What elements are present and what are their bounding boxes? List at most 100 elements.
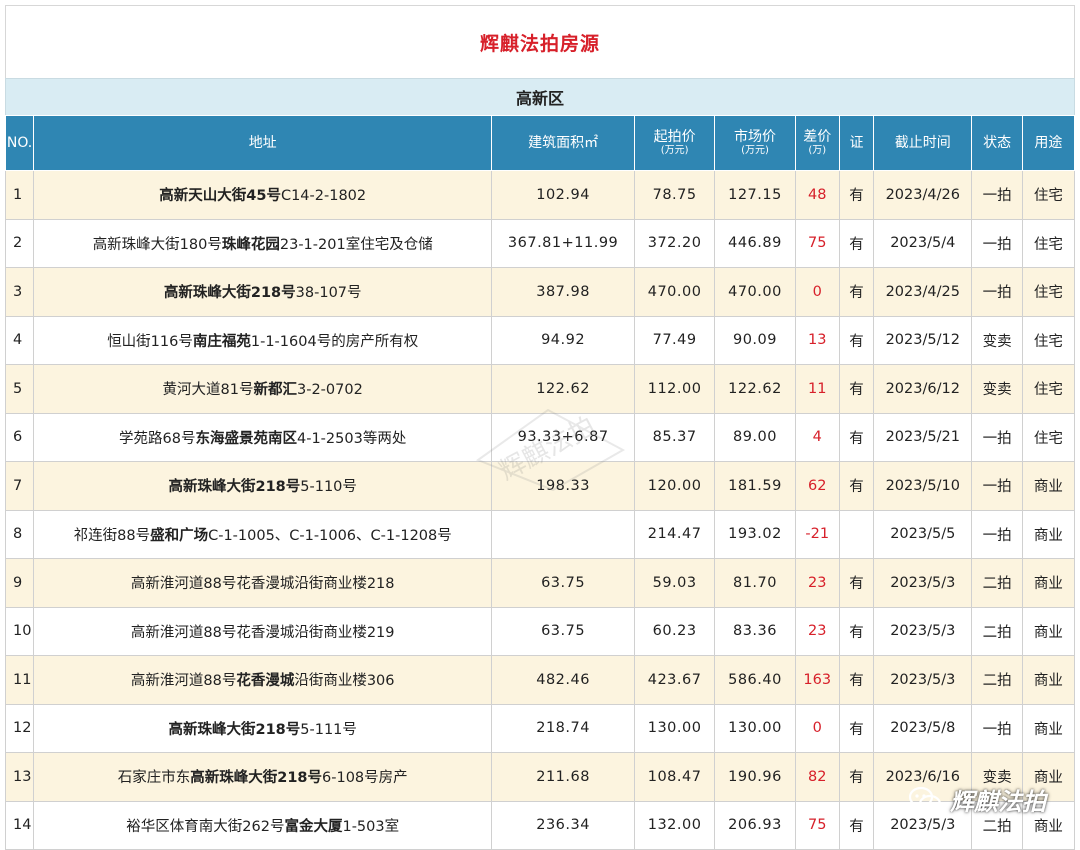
cell-deadline: 2023/5/3 — [873, 606, 973, 656]
cell-address: 高新珠峰大街218号5-110号 — [33, 461, 493, 511]
cell-diff: 82 — [794, 752, 840, 802]
address-segment: 高新珠峰大街218号 — [168, 479, 301, 496]
brand-logo-text: 辉麒法拍 — [950, 788, 1046, 816]
cell-no: 11 — [4, 655, 35, 705]
address-segment: 恒山街116号 — [107, 333, 193, 350]
cell-diff: 75 — [794, 218, 840, 268]
address-segment: 高新淮河道88号 — [130, 673, 237, 690]
address-segment: 6-108号房产 — [322, 770, 408, 787]
cell-diff: 75 — [794, 800, 840, 850]
address-segment: 新都汇 — [253, 382, 298, 399]
cell-usage: 住宅 — [1021, 218, 1076, 268]
address-segment: 富金大厦 — [284, 818, 343, 835]
cell-address: 学苑路68号东海盛景苑南区4-1-2503等两处 — [33, 412, 493, 462]
cell-cert — [838, 509, 875, 559]
cell-address: 高新淮河道88号花香漫城沿街商业楼306 — [33, 655, 493, 705]
header-address: 地址 — [33, 115, 493, 171]
cell-area: 122.62 — [491, 364, 635, 414]
address-segment: 东海盛景苑南区 — [195, 430, 298, 447]
cell-area: 198.33 — [491, 461, 635, 511]
cell-start-price: 77.49 — [633, 315, 716, 365]
cell-deadline: 2023/4/26 — [873, 170, 973, 220]
cell-deadline: 2023/5/8 — [873, 703, 973, 753]
cell-no: 7 — [4, 461, 35, 511]
address-segment: 高新珠峰大街218号 — [168, 721, 301, 738]
cell-area: 94.92 — [491, 315, 635, 365]
listing-sheet: 辉麒法拍房源 高新区 NO. 地址 建筑面积㎡ 起拍价 (万元) 市场价 (万元… — [4, 5, 1076, 850]
cell-area: 93.33+6.87 — [491, 412, 635, 462]
address-segment: 学苑路68号 — [119, 430, 196, 447]
address-segment: 花香漫城 — [236, 673, 295, 690]
cell-market-price: 181.59 — [714, 461, 796, 511]
address-segment: 4-1-2503等两处 — [297, 430, 407, 447]
cell-diff: -21 — [794, 509, 840, 559]
table-row: 3 高新珠峰大街218号38-107号 387.98 470.00 470.00 0 有 20… — [4, 267, 1076, 317]
cell-cert: 有 — [838, 800, 875, 850]
cell-status: 变卖 — [971, 364, 1023, 414]
cell-area: 367.81+11.99 — [491, 218, 635, 268]
cell-no: 13 — [4, 752, 35, 802]
header-start-price-label: 起拍价 — [653, 129, 696, 146]
cell-status: 二拍 — [971, 558, 1023, 608]
cell-usage: 商业 — [1021, 655, 1076, 705]
header-row: NO. 地址 建筑面积㎡ 起拍价 (万元) 市场价 (万元) 差价 (万) 证 … — [4, 115, 1076, 171]
cell-start-price: 112.00 — [633, 364, 716, 414]
cell-start-price: 120.00 — [633, 461, 716, 511]
cell-usage: 商业 — [1021, 461, 1076, 511]
cell-status: 一拍 — [971, 412, 1023, 462]
cell-deadline: 2023/5/12 — [873, 315, 973, 365]
address-segment: C-1-1005、C-1-1006、C-1-1208号 — [208, 527, 452, 544]
cell-status: 一拍 — [971, 461, 1023, 511]
cell-no: 10 — [4, 606, 35, 656]
cell-no: 8 — [4, 509, 35, 559]
header-status: 状态 — [971, 115, 1023, 171]
cell-cert: 有 — [838, 315, 875, 365]
cell-area: 236.34 — [491, 800, 635, 850]
cell-no: 4 — [4, 315, 35, 365]
address-segment: 高新珠峰大街218号 — [163, 285, 296, 302]
cell-deadline: 2023/5/10 — [873, 461, 973, 511]
address-segment: 珠峰花园 — [221, 236, 280, 253]
header-cert: 证 — [838, 115, 875, 171]
cell-start-price: 214.47 — [633, 509, 716, 559]
cell-usage: 商业 — [1021, 558, 1076, 608]
cell-market-price: 130.00 — [714, 703, 796, 753]
header-start-price-unit: (万元) — [660, 145, 689, 157]
header-market-price: 市场价 (万元) — [714, 115, 796, 171]
address-segment: 石家庄市东 — [117, 770, 191, 787]
header-diff-unit: (万) — [808, 145, 827, 157]
cell-market-price: 190.96 — [714, 752, 796, 802]
cell-market-price: 193.02 — [714, 509, 796, 559]
cell-area: 482.46 — [491, 655, 635, 705]
table-row: 5 黄河大道81号新都汇3-2-0702 122.62 112.00 122.62 11 有… — [4, 364, 1076, 414]
cell-deadline: 2023/5/3 — [873, 558, 973, 608]
table-body: 1 高新天山大街45号C14-2-1802 102.94 78.75 127.15 48 有… — [4, 170, 1076, 850]
cell-no: 1 — [4, 170, 35, 220]
cell-deadline: 2023/5/4 — [873, 218, 973, 268]
cell-status: 二拍 — [971, 606, 1023, 656]
cell-address: 恒山街116号南庄福苑1-1-1604号的房产所有权 — [33, 315, 493, 365]
cell-market-price: 127.15 — [714, 170, 796, 220]
cell-cert: 有 — [838, 703, 875, 753]
address-segment: 沿街商业楼306 — [294, 673, 395, 690]
header-market-price-unit: (万元) — [741, 145, 769, 157]
cell-diff: 4 — [794, 412, 840, 462]
cell-start-price: 85.37 — [633, 412, 716, 462]
header-diff-label: 差价 — [803, 129, 832, 146]
header-diff: 差价 (万) — [794, 115, 840, 171]
cell-no: 2 — [4, 218, 35, 268]
cell-deadline: 2023/5/5 — [873, 509, 973, 559]
cell-address: 黄河大道81号新都汇3-2-0702 — [33, 364, 493, 414]
cell-deadline: 2023/6/12 — [873, 364, 973, 414]
cell-start-price: 372.20 — [633, 218, 716, 268]
cell-cert: 有 — [838, 606, 875, 656]
header-usage: 用途 — [1021, 115, 1076, 171]
address-segment: 高新淮河道88号花香漫城沿街商业楼218 — [130, 576, 395, 593]
cell-market-price: 122.62 — [714, 364, 796, 414]
cell-start-price: 423.67 — [633, 655, 716, 705]
cell-cert: 有 — [838, 412, 875, 462]
cell-area: 63.75 — [491, 558, 635, 608]
cell-area: 211.68 — [491, 752, 635, 802]
address-segment: 38-107号 — [295, 285, 362, 302]
table-row: 6 学苑路68号东海盛景苑南区4-1-2503等两处 93.33+6.87 85.37… — [4, 412, 1076, 462]
